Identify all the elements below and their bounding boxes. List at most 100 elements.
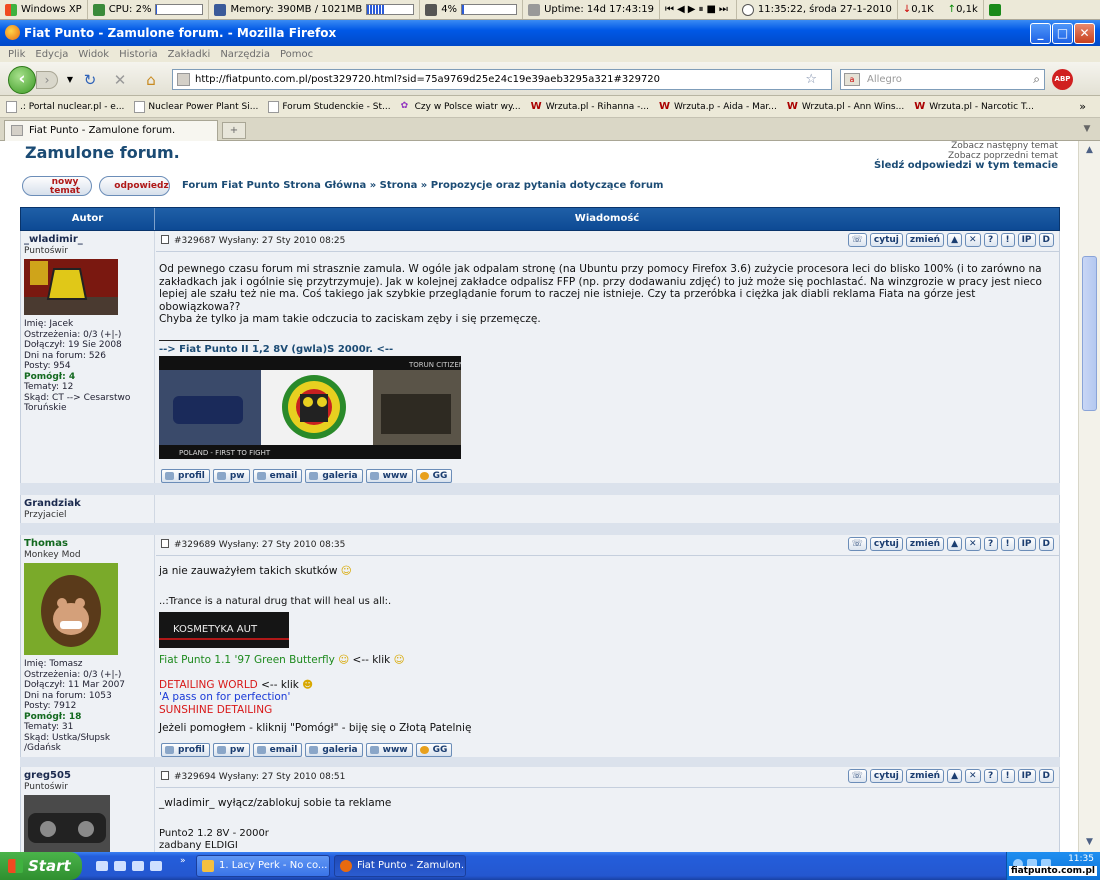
report-button[interactable]: ☏	[847, 769, 867, 783]
rewind-icon[interactable]: ⏮	[665, 4, 677, 15]
ip-button[interactable]: IP	[1017, 233, 1036, 247]
start-button[interactable]: Start	[0, 852, 82, 880]
avatar[interactable]	[24, 795, 110, 852]
www-button[interactable]: www	[365, 743, 413, 757]
media-controls[interactable]: ⏮ ◀ ▶ ⏸ ■ ⏭	[660, 0, 737, 19]
dropdown-arrow-icon[interactable]: ▼	[60, 70, 80, 90]
ip-button[interactable]: IP	[1017, 537, 1036, 551]
scroll-thumb[interactable]	[1082, 256, 1097, 411]
signature-banner[interactable]: KOSMETYKA AUT	[159, 612, 289, 648]
quote-button[interactable]: cytuj	[869, 769, 903, 783]
report-button[interactable]: ☏	[847, 233, 867, 247]
bookmark-item[interactable]: .: Portal nuclear.pl - e...	[6, 100, 124, 113]
avatar[interactable]	[24, 259, 118, 315]
warn-icon[interactable]: ?	[983, 233, 998, 247]
up-arrow-icon[interactable]: ▲	[947, 537, 963, 551]
edit-button[interactable]: zmień	[905, 769, 945, 783]
volume-level-bar[interactable]	[461, 4, 518, 15]
d-button[interactable]: D	[1038, 769, 1054, 783]
back-button[interactable]: ‹	[8, 66, 36, 94]
up-arrow-icon[interactable]: ▲	[947, 233, 963, 247]
stop-icon[interactable]: ✕	[110, 70, 130, 90]
maximize-button[interactable]: □	[1052, 23, 1073, 44]
menu-widok[interactable]: Widok	[78, 49, 109, 60]
www-button[interactable]: www	[365, 469, 413, 483]
bookmark-item[interactable]: Forum Studenckie - St...	[268, 100, 391, 113]
quote-button[interactable]: cytuj	[869, 233, 903, 247]
scroll-down-icon[interactable]: ▼	[1082, 835, 1097, 850]
breadcrumb[interactable]: Forum Fiat Punto Strona Główna » Strona …	[182, 180, 663, 191]
play-icon[interactable]: ▶	[688, 4, 699, 15]
os-label[interactable]: Windows XP	[0, 0, 88, 19]
bookmark-item[interactable]: W Wrzuta.pl - Ann Wins...	[787, 101, 904, 113]
bookmark-item[interactable]: W Wrzuta.p - Aida - Mar...	[659, 101, 777, 113]
alert-icon[interactable]: !	[1000, 769, 1015, 783]
email-button[interactable]: email	[252, 743, 303, 757]
warn-icon[interactable]: ?	[983, 537, 998, 551]
delete-icon[interactable]: ✕	[965, 769, 981, 783]
url-bar[interactable]: http://fiatpunto.com.pl/post329720.html?…	[172, 69, 832, 90]
pm-button[interactable]: pw	[212, 469, 250, 483]
report-button[interactable]: ☏	[847, 537, 867, 551]
menu-pomoc[interactable]: Pomoc	[280, 49, 313, 60]
watch-topic-link[interactable]: Śledź odpowiedzi w tym temacie	[874, 161, 1058, 171]
bookmark-item[interactable]: W Wrzuta.pl - Narcotic T...	[914, 101, 1034, 113]
taskbar-item-winamp[interactable]: 1. Lacy Perk - No co...	[196, 855, 330, 877]
bookmark-star-icon[interactable]: ☆	[805, 70, 817, 89]
tab-fiat-punto[interactable]: Fiat Punto - Zamulone forum.	[4, 120, 218, 141]
new-topic-button[interactable]: nowy temat	[22, 176, 92, 196]
quicklaunch-overflow-icon[interactable]: »	[180, 856, 186, 866]
close-button[interactable]: ✕	[1074, 23, 1095, 44]
next-topic-link[interactable]: Zobacz następny temat	[874, 141, 1058, 151]
alert-icon[interactable]: !	[1000, 233, 1015, 247]
volume-meter[interactable]: 4%	[420, 0, 524, 19]
quicklaunch-icon[interactable]	[114, 861, 126, 871]
window-titlebar[interactable]: Fiat Punto - Zamulone forum. - Mozilla F…	[0, 20, 1100, 46]
adblock-button[interactable]: ABP	[1052, 69, 1073, 90]
stop-icon[interactable]: ■	[706, 4, 718, 15]
quicklaunch-icon[interactable]	[96, 861, 108, 871]
delete-icon[interactable]: ✕	[965, 537, 981, 551]
tray-square[interactable]	[984, 0, 1010, 19]
profile-button[interactable]: profil	[161, 469, 210, 483]
page-scrollbar[interactable]: ▲ ▼	[1078, 141, 1100, 852]
tab-list-arrow-icon[interactable]: ▼	[1080, 122, 1094, 137]
tray-clock[interactable]: 11:35	[1068, 854, 1094, 864]
bookmark-item[interactable]: Nuclear Power Plant Si...	[134, 100, 258, 113]
up-arrow-icon[interactable]: ▲	[947, 769, 963, 783]
avatar[interactable]	[24, 563, 118, 655]
signature-banner[interactable]: TORUN CITIZEN POLAND - FIRST TO FIGHT	[159, 356, 461, 459]
menu-narzedzia[interactable]: Narzędzia	[220, 49, 270, 60]
reload-icon[interactable]: ↻	[80, 70, 100, 90]
post-author[interactable]: greg505	[24, 770, 151, 782]
warn-icon[interactable]: ?	[983, 769, 998, 783]
edit-button[interactable]: zmień	[905, 537, 945, 551]
edit-button[interactable]: zmień	[905, 233, 945, 247]
signature-link[interactable]: DETAILING WORLD	[159, 679, 258, 691]
prev-icon[interactable]: ◀	[677, 4, 688, 15]
signature-link[interactable]: SUNSHINE DETAILING	[159, 704, 1049, 717]
bookmark-item[interactable]: W Wrzuta.pl - Rihanna -...	[531, 101, 649, 113]
signature-link[interactable]: --> Fiat Punto II 1,2 8V (gwla)S 2000r. …	[159, 344, 1049, 357]
menu-historia[interactable]: Historia	[119, 49, 158, 60]
signature-link[interactable]: Fiat Punto 1.1 '97 Green Butterfly	[159, 654, 335, 666]
search-icon[interactable]: ⌕	[1033, 70, 1040, 89]
pause-icon[interactable]: ⏸	[698, 4, 706, 15]
quicklaunch-icon[interactable]	[150, 861, 162, 871]
email-button[interactable]: email	[252, 469, 303, 483]
scroll-up-icon[interactable]: ▲	[1082, 143, 1097, 158]
reply-button[interactable]: odpowiedz	[99, 176, 170, 196]
taskbar-item-firefox[interactable]: Fiat Punto - Zamulon...	[334, 855, 466, 877]
gallery-button[interactable]: galeria	[305, 743, 363, 757]
gallery-button[interactable]: galeria	[305, 469, 363, 483]
gg-button[interactable]: GG	[415, 743, 453, 757]
next-icon[interactable]: ⏭	[719, 4, 731, 15]
gg-button[interactable]: GG	[415, 469, 453, 483]
search-input[interactable]: a Allegro ⌕	[840, 69, 1045, 90]
quicklaunch-icon[interactable]	[132, 861, 144, 871]
menu-plik[interactable]: Plik	[8, 49, 25, 60]
post-author[interactable]: _wladimir_	[24, 234, 151, 246]
quote-button[interactable]: cytuj	[869, 537, 903, 551]
bookmark-item[interactable]: ✿ Czy w Polsce wiatr wy...	[401, 101, 521, 113]
menu-zakladki[interactable]: Zakładki	[168, 49, 211, 60]
